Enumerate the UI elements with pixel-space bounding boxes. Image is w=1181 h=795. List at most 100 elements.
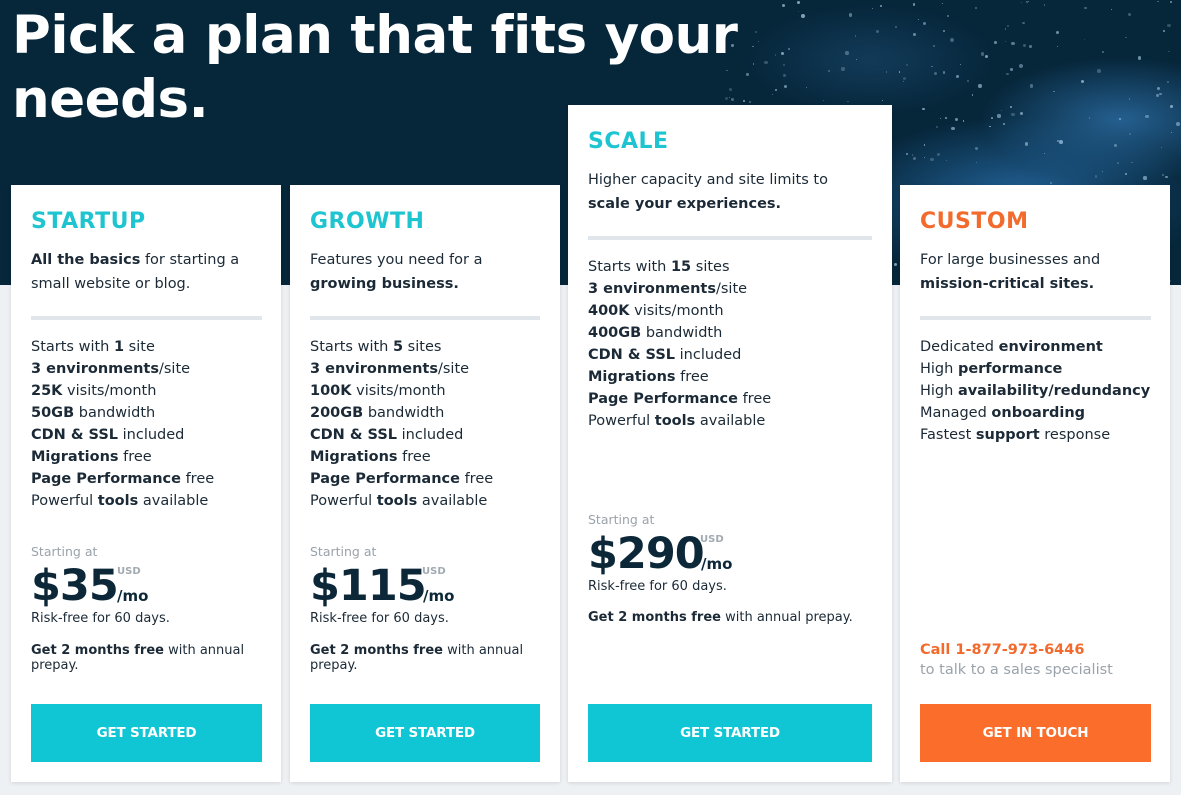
background-speck: [1023, 43, 1027, 47]
price-amount: $35: [31, 561, 119, 611]
background-speck: [1125, 173, 1127, 175]
background-speck: [1056, 30, 1060, 35]
desc-text: For large businesses and: [920, 252, 1101, 268]
sales-phone-link[interactable]: Call 1-877-973-6446: [920, 640, 1113, 660]
background-speck: [1116, 162, 1119, 165]
feature-list: Starts with 1 site 3 environments/site 25K…: [31, 336, 214, 512]
feature-item: CDN & SSL included: [588, 344, 771, 366]
background-speck: [784, 84, 788, 88]
feature-highlight: 1: [113, 339, 125, 355]
plan-description: Higher capacity and site limits to scale…: [588, 168, 858, 216]
starting-at-label: Starting at: [310, 544, 377, 559]
background-speck: [894, 25, 898, 29]
promo-text: Get 2 months free with annual prepay.: [310, 643, 535, 673]
feature-highlight: 3 environments: [310, 361, 438, 377]
feature-text: response: [1039, 427, 1111, 443]
feature-text: available: [417, 493, 488, 509]
background-speck: [1003, 122, 1006, 126]
feature-highlight: Page Performance: [31, 471, 181, 487]
background-speck: [1101, 50, 1104, 53]
feature-highlight: Migrations: [310, 449, 398, 465]
feature-highlight: CDN & SSL: [588, 347, 676, 363]
get-started-button[interactable]: GET STARTED: [310, 704, 540, 762]
background-speck: [1030, 84, 1034, 88]
feature-item: 400K visits/month: [588, 300, 771, 322]
plan-name: CUSTOM: [920, 209, 1029, 234]
feature-highlight: 5: [392, 339, 404, 355]
background-speck: [1127, 13, 1131, 17]
desc-text: Higher capacity and site limits to: [588, 172, 828, 188]
background-speck: [1083, 38, 1086, 41]
background-speck: [1089, 117, 1091, 119]
feature-highlight: availability/redundancy: [957, 383, 1151, 399]
divider: [310, 316, 540, 320]
divider: [588, 236, 872, 240]
feature-text: free: [397, 449, 431, 465]
background-speck: [1110, 8, 1112, 10]
background-speck: [1131, 161, 1133, 164]
background-speck: [847, 100, 849, 103]
background-speck: [903, 77, 906, 80]
feature-highlight: 200GB: [310, 405, 364, 421]
feature-list: Starts with 5 sites 3 environments/site 10…: [310, 336, 493, 512]
background-speck: [923, 156, 925, 158]
desc-bold: growing business.: [310, 276, 459, 292]
price-amount: $290: [588, 529, 705, 579]
background-speck: [1011, 112, 1015, 117]
background-speck: [1024, 142, 1029, 146]
background-speck: [906, 63, 909, 66]
feature-item: High performance: [920, 358, 1150, 380]
background-speck: [1165, 176, 1168, 179]
starting-at-label: Starting at: [588, 512, 655, 527]
plan-description: For large businesses and mission-critica…: [920, 248, 1130, 296]
get-started-button[interactable]: GET STARTED: [588, 704, 872, 762]
feature-list: Dedicated environment High performance Hig…: [920, 336, 1150, 446]
background-speck: [1044, 4, 1046, 6]
feature-text: visits/month: [629, 303, 724, 319]
background-speck: [1159, 92, 1162, 95]
feature-item: Powerful tools available: [588, 410, 771, 432]
feature-item: 25K visits/month: [31, 380, 214, 402]
feature-text: available: [695, 413, 766, 429]
plan-card-startup: STARTUP All the basics for starting a sm…: [11, 185, 281, 782]
feature-item: Page Performance free: [588, 388, 771, 410]
background-speck: [951, 126, 955, 131]
desc-bold: mission-critical sites.: [920, 276, 1095, 292]
background-speck: [774, 54, 777, 57]
feature-text: /site: [158, 361, 191, 377]
feature-text: Powerful: [588, 413, 655, 429]
background-speck: [1020, 111, 1024, 115]
plan-description: All the basics for starting a small webs…: [31, 248, 271, 296]
background-speck: [788, 47, 791, 50]
get-in-touch-button[interactable]: GET IN TOUCH: [920, 704, 1151, 762]
risk-free-text: Risk-free for 60 days.: [310, 611, 449, 626]
feature-text: free: [737, 391, 772, 407]
feature-highlight: onboarding: [991, 405, 1086, 421]
background-speck: [876, 29, 880, 33]
feature-item: Managed onboarding: [920, 402, 1150, 424]
background-speck: [941, 2, 944, 5]
feature-highlight: 15: [670, 259, 692, 275]
feature-item: CDN & SSL included: [31, 424, 214, 446]
background-speck: [1029, 45, 1032, 48]
background-speck: [881, 99, 883, 101]
get-started-button[interactable]: GET STARTED: [31, 704, 262, 762]
feature-highlight: CDN & SSL: [31, 427, 119, 443]
background-speck: [942, 29, 946, 33]
background-speck: [1058, 140, 1063, 145]
period-label: /mo: [423, 587, 455, 605]
promo-bold: Get 2 months free: [588, 610, 721, 625]
plan-card-custom: CUSTOM For large businesses and mission-…: [900, 185, 1170, 782]
background-speck: [1167, 23, 1171, 28]
sales-subtext: to talk to a sales specialist: [920, 662, 1113, 678]
background-speck: [898, 71, 901, 74]
background-speck: [827, 70, 831, 73]
background-speck: [1125, 36, 1127, 39]
feature-text: Powerful: [31, 493, 98, 509]
background-speck: [945, 159, 947, 162]
background-speck: [935, 125, 938, 128]
background-speck: [971, 94, 974, 96]
feature-item: Powerful tools available: [310, 490, 493, 512]
background-speck: [912, 32, 916, 36]
background-speck: [841, 67, 845, 71]
